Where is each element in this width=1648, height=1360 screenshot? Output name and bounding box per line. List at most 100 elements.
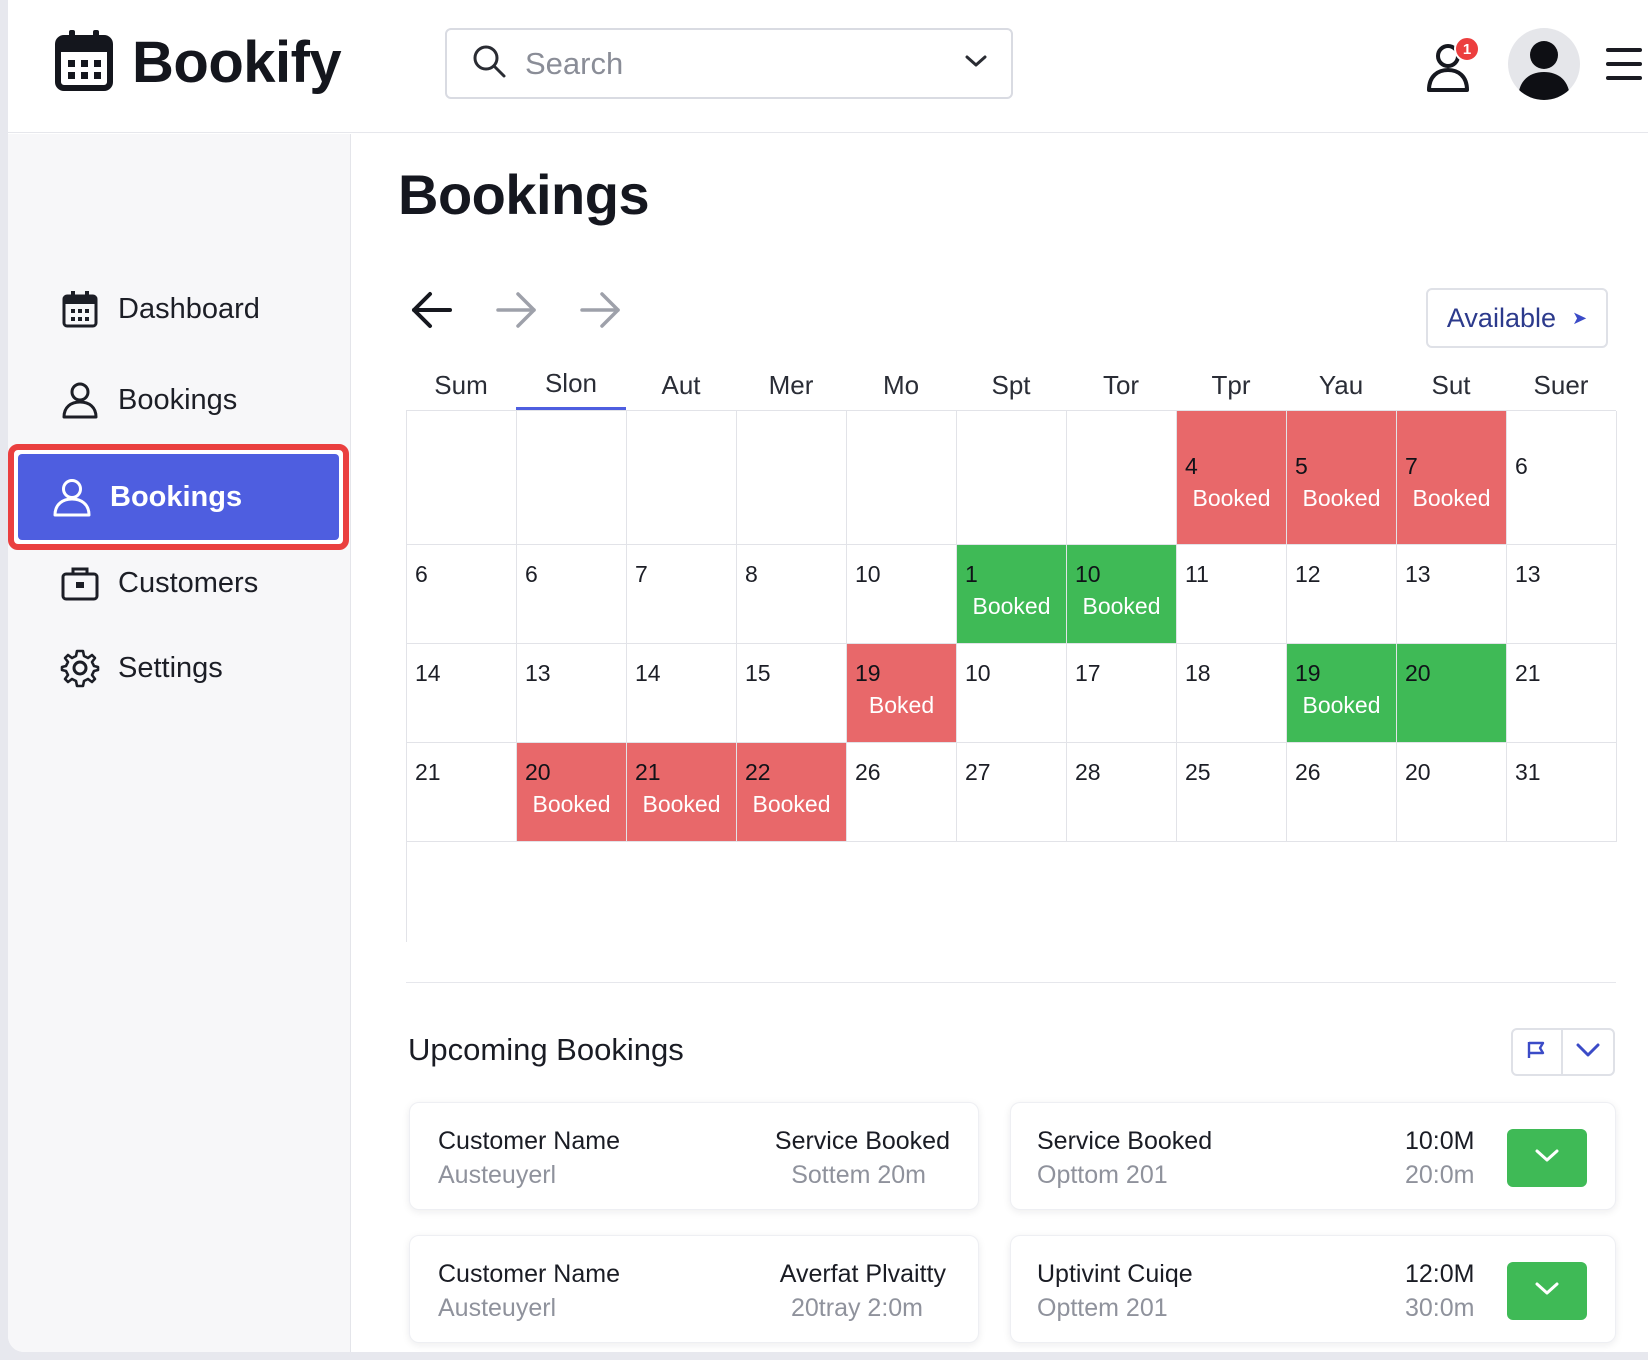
calendar-cell[interactable]: 14 xyxy=(407,644,517,743)
upcoming-title: Upcoming Bookings xyxy=(408,1032,684,1067)
day-header[interactable]: Suer xyxy=(1506,360,1616,410)
calendar-cell[interactable] xyxy=(627,411,737,545)
availability-dropdown[interactable]: Available ➤ xyxy=(1426,288,1608,348)
day-header[interactable]: Aut xyxy=(626,360,736,410)
day-header[interactable]: Sut xyxy=(1396,360,1506,410)
confirm-button[interactable] xyxy=(1507,1129,1587,1187)
day-number: 8 xyxy=(745,561,758,587)
calendar-cell[interactable] xyxy=(737,411,847,545)
day-header[interactable]: Tpr xyxy=(1176,360,1286,410)
calendar-cell-booked[interactable]: 19 Booked xyxy=(1287,644,1397,743)
day-header[interactable]: Spt xyxy=(956,360,1066,410)
divider xyxy=(406,982,1616,983)
calendar-cell[interactable]: 7 xyxy=(627,545,737,644)
calendar-cell[interactable] xyxy=(407,411,517,545)
header-actions: 1 xyxy=(1426,28,1648,100)
day-header[interactable]: Tor xyxy=(1066,360,1176,410)
booking-time: 12:0M xyxy=(1405,1260,1475,1288)
sidebar-item-settings[interactable]: Settings xyxy=(8,623,351,713)
calendar-cell[interactable]: 13 xyxy=(1397,545,1507,644)
expand-button[interactable] xyxy=(1563,1030,1613,1074)
next-button[interactable] xyxy=(494,290,578,334)
menu-icon[interactable] xyxy=(1606,46,1642,82)
calendar-nav xyxy=(410,290,662,334)
booking-card[interactable]: Customer Name Austeuyerl Service Booked … xyxy=(409,1102,979,1210)
sidebar-item-label: Bookings xyxy=(118,383,238,416)
booking-card[interactable]: Service Booked Opttom 201 10:0M 20:0m xyxy=(1010,1102,1616,1210)
calendar-cell[interactable]: 20 xyxy=(1397,743,1507,842)
day-number: 13 xyxy=(1515,561,1541,587)
notifications-button[interactable]: 1 xyxy=(1426,34,1482,94)
calendar-cell[interactable] xyxy=(517,411,627,545)
calendar-cell-booked[interactable]: 4 Booked xyxy=(1177,411,1287,545)
sidebar-item-dashboard[interactable]: Dashboard xyxy=(8,264,351,354)
calendar-cell-booked[interactable]: 21 Booked xyxy=(627,743,737,842)
calendar-logo-icon xyxy=(54,28,114,97)
calendar-cell[interactable]: 21 xyxy=(1507,644,1617,743)
calendar-cell[interactable]: 15 xyxy=(737,644,847,743)
calendar-cell[interactable]: 10 xyxy=(957,644,1067,743)
calendar-cell[interactable]: 11 xyxy=(1177,545,1287,644)
calendar-cell[interactable]: 17 xyxy=(1067,644,1177,743)
sidebar-item-label: Customers xyxy=(118,566,259,599)
active-nav-fill: Bookings xyxy=(18,454,339,540)
app-logo[interactable]: Bookify xyxy=(54,28,342,97)
calendar-cell[interactable] xyxy=(1067,411,1177,545)
chevron-down-icon[interactable] xyxy=(965,54,987,73)
calendar-cell-booked[interactable]: 1 Booked xyxy=(957,545,1067,644)
day-header[interactable]: Slon xyxy=(516,360,626,410)
day-header[interactable]: Yau xyxy=(1286,360,1396,410)
day-number: 20 xyxy=(1405,759,1431,785)
calendar-cell[interactable]: 21 xyxy=(407,743,517,842)
calendar-cell[interactable]: 25 xyxy=(1177,743,1287,842)
day-number: 13 xyxy=(525,660,551,686)
chevron-right-icon: ➤ xyxy=(1572,307,1588,328)
day-number: 7 xyxy=(635,561,648,587)
calendar-cell[interactable] xyxy=(957,411,1067,545)
calendar-cell[interactable]: 13 xyxy=(1507,545,1617,644)
filter-button[interactable] xyxy=(1513,1030,1563,1074)
calendar-cell[interactable]: 13 xyxy=(517,644,627,743)
calendar-cell[interactable]: 6 xyxy=(407,545,517,644)
day-header[interactable]: Sum xyxy=(406,360,516,410)
day-number: 11 xyxy=(1185,561,1209,587)
confirm-button[interactable] xyxy=(1507,1262,1587,1320)
calendar-cell-booked[interactable]: 5 Booked xyxy=(1287,411,1397,545)
calendar-cell[interactable]: 18 xyxy=(1177,644,1287,743)
calendar-cell[interactable]: 8 xyxy=(737,545,847,644)
day-number: 21 xyxy=(635,759,661,785)
calendar-cell-booked[interactable]: 20 Booked xyxy=(517,743,627,842)
booking-card[interactable]: Customer Name Austeuyerl Averfat Plvaitt… xyxy=(409,1235,979,1343)
calendar-cell-booked[interactable]: 22 Booked xyxy=(737,743,847,842)
calendar-cell-booked[interactable]: 19 Boked xyxy=(847,644,957,743)
calendar-cell[interactable]: 6 xyxy=(1507,411,1617,545)
calendar-cell-booked[interactable]: 7 Booked xyxy=(1397,411,1507,545)
calendar-cell[interactable]: 27 xyxy=(957,743,1067,842)
calendar-cell[interactable]: 12 xyxy=(1287,545,1397,644)
booking-card[interactable]: Uptivint Cuiqe Opttem 201 12:0M 30:0m xyxy=(1010,1235,1616,1343)
search-input[interactable]: Search xyxy=(445,28,1013,99)
day-header[interactable]: Mo xyxy=(846,360,956,410)
search-icon xyxy=(471,43,507,84)
calendar-cell-booked[interactable]: 10 Booked xyxy=(1067,545,1177,644)
sidebar-item-bookings-active[interactable]: Bookings xyxy=(8,444,349,550)
calendar-cell[interactable]: 26 xyxy=(847,743,957,842)
calendar-cell[interactable]: 14 xyxy=(627,644,737,743)
calendar-cell[interactable]: 28 xyxy=(1067,743,1177,842)
prev-button[interactable] xyxy=(410,290,494,334)
day-header[interactable]: Mer xyxy=(736,360,846,410)
sidebar-item-customers[interactable]: Customers xyxy=(8,538,351,628)
calendar-cell[interactable]: 6 xyxy=(517,545,627,644)
calendar-cell-booked[interactable]: 20 xyxy=(1397,644,1507,743)
arrow-left-icon xyxy=(410,290,454,335)
day-number: 28 xyxy=(1075,759,1101,785)
booked-label: Booked xyxy=(972,593,1051,619)
calendar-cell[interactable]: 10 xyxy=(847,545,957,644)
avatar[interactable] xyxy=(1508,28,1580,100)
service-value: Opttem 201 xyxy=(1037,1294,1168,1322)
forward-button[interactable] xyxy=(578,290,662,334)
calendar-cell[interactable] xyxy=(847,411,957,545)
calendar-cell[interactable]: 31 xyxy=(1507,743,1617,842)
calendar-cell[interactable]: 26 xyxy=(1287,743,1397,842)
sidebar-item-bookings[interactable]: Bookings xyxy=(8,355,351,445)
